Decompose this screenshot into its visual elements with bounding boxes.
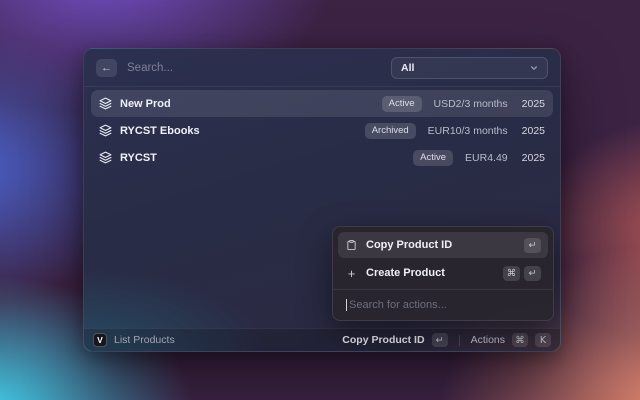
- enter-key-icon: ↵: [524, 265, 541, 281]
- action-label: Copy Product ID: [366, 239, 453, 251]
- filter-dropdown[interactable]: All: [391, 56, 548, 79]
- status-badge: Archived: [364, 122, 416, 139]
- k-key-icon: K: [535, 333, 551, 347]
- product-row[interactable]: RYCST Active EUR4.49 2025: [91, 144, 553, 171]
- product-name: New Prod: [120, 97, 171, 110]
- product-year: 2025: [521, 124, 545, 137]
- product-row[interactable]: New Prod Active USD2/3 months 2025: [91, 90, 553, 117]
- enter-key-icon: ↵: [431, 333, 448, 347]
- product-price: EUR4.49: [465, 151, 508, 164]
- action-item-create-product[interactable]: + Create Product ⌘ ↵: [338, 260, 548, 286]
- product-name: RYCST: [120, 151, 157, 164]
- action-item-copy-product-id[interactable]: Copy Product ID ↵: [338, 232, 548, 258]
- layers-icon: [99, 97, 112, 110]
- status-badge: Active: [413, 149, 454, 166]
- actions-search-input[interactable]: Search for actions...: [338, 290, 548, 320]
- filter-dropdown-value: All: [401, 61, 415, 74]
- product-name: RYCST Ebooks: [120, 124, 200, 137]
- actions-search-placeholder: Search for actions...: [349, 299, 447, 311]
- clipboard-icon: [345, 239, 358, 251]
- layers-icon: [99, 151, 112, 164]
- actions-panel: Copy Product ID ↵ + Create Product ⌘ ↵ S…: [332, 226, 554, 321]
- product-price: EUR10/3 months: [427, 124, 508, 137]
- footer-command-label: List Products: [114, 334, 175, 346]
- product-price: USD2/3 months: [433, 97, 508, 110]
- text-caret: [346, 299, 347, 311]
- palette-footer: V List Products Copy Product ID ↵ Action…: [84, 328, 560, 351]
- product-year: 2025: [521, 151, 545, 164]
- command-key-icon: ⌘: [503, 265, 520, 281]
- back-arrow-icon: ←: [101, 61, 112, 74]
- footer-separator: [458, 334, 460, 346]
- action-shortcut: ⌘ ↵: [503, 265, 541, 281]
- action-label: Create Product: [366, 267, 445, 279]
- footer-primary-action[interactable]: Copy Product ID: [342, 334, 424, 346]
- status-badge: Active: [381, 95, 422, 112]
- footer-actions-button[interactable]: Actions: [471, 334, 505, 346]
- command-key-icon: ⌘: [512, 333, 528, 347]
- chevron-down-icon: [530, 64, 538, 72]
- product-year: 2025: [521, 97, 545, 110]
- search-input[interactable]: Search...: [127, 62, 381, 74]
- app-logo-icon: V: [93, 333, 107, 347]
- plus-icon: +: [347, 265, 356, 281]
- back-button[interactable]: ←: [96, 58, 117, 77]
- palette-header: ← Search... All: [84, 49, 560, 87]
- product-row[interactable]: RYCST Ebooks Archived EUR10/3 months 202…: [91, 117, 553, 144]
- command-palette-window: ← Search... All New Prod Active USD2/3 m…: [83, 48, 561, 352]
- product-list: New Prod Active USD2/3 months 2025 RYCST…: [84, 87, 560, 174]
- enter-key-icon: ↵: [524, 237, 541, 253]
- action-shortcut: ↵: [524, 237, 541, 253]
- layers-icon: [99, 124, 112, 137]
